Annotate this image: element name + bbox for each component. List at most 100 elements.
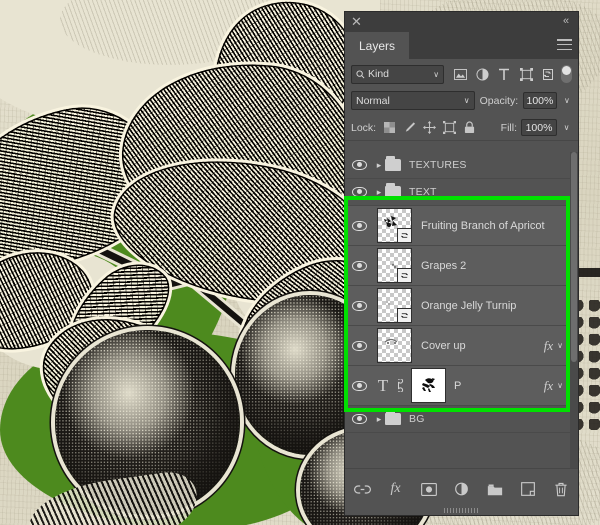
fill-group: Fill: 100% ∨	[501, 119, 572, 136]
layer-row-group-bg[interactable]: ▸ BG	[345, 406, 570, 433]
chevron-down-icon: ∨	[433, 69, 440, 79]
opacity-label: Opacity:	[479, 94, 519, 107]
add-layer-mask-icon[interactable]	[420, 481, 437, 498]
lock-position-icon[interactable]	[423, 121, 437, 134]
layer-row-text-p[interactable]: T P fx ∨	[345, 366, 570, 406]
add-layer-style-fx-icon[interactable]: fx	[387, 481, 404, 498]
filter-kind-dropdown[interactable]: Kind ∨	[351, 64, 445, 84]
fill-input[interactable]: 100%	[521, 119, 557, 136]
chevron-down-icon: ∨	[463, 96, 470, 105]
new-layer-icon[interactable]	[519, 481, 536, 498]
blend-mode-value: Normal	[356, 94, 390, 107]
filter-adjustment-layers-icon[interactable]	[475, 67, 489, 81]
panel-tab-row: Layers	[345, 32, 578, 59]
layer-effects-chevron-icon[interactable]: ∨	[557, 381, 563, 390]
layer-row-orange-jelly-turnip[interactable]: Orange Jelly Turnip	[345, 286, 570, 326]
folder-icon	[385, 183, 401, 198]
photoshop-window: m ✕ « Layers	[0, 0, 600, 525]
double-chevron-left-icon[interactable]: «	[559, 15, 573, 28]
tab-layers-label: Layers	[359, 38, 396, 53]
layers-panel-bottom-bar: fx	[345, 468, 578, 515]
panel-resize-grip[interactable]	[443, 508, 480, 513]
fill-label: Fill:	[500, 121, 517, 134]
eye-icon	[351, 340, 367, 351]
lock-row: Lock: Fill: 100% ∨	[345, 113, 578, 140]
eye-icon	[351, 380, 367, 391]
layer-thumbnail[interactable]	[377, 248, 412, 283]
eye-icon	[351, 160, 367, 170]
filter-smart-object-layers-icon[interactable]	[541, 67, 555, 81]
layer-thumbnail[interactable]	[377, 208, 412, 243]
filter-type-layers-icon[interactable]	[497, 67, 511, 81]
opacity-input[interactable]: 100%	[523, 92, 557, 109]
filter-enable-toggle[interactable]	[561, 65, 572, 83]
layer-thumbnail[interactable]	[377, 288, 412, 323]
eye-icon	[351, 414, 367, 424]
thumbnail-artwork	[378, 329, 411, 362]
layer-row-fruiting-branch-of-apricot[interactable]: Fruiting Branch of Apricot	[345, 206, 570, 246]
new-group-icon[interactable]	[486, 481, 503, 498]
hamburger-menu-icon[interactable]	[557, 39, 572, 52]
layer-name: Grapes 2	[421, 259, 467, 272]
lock-artboard-nesting-icon[interactable]	[443, 121, 457, 134]
lock-transparent-pixels-icon[interactable]	[383, 121, 396, 134]
layer-list-scrollbar[interactable]	[570, 152, 578, 475]
layer-effects-fx-icon[interactable]: fx	[544, 378, 553, 394]
chevron-right-icon[interactable]: ▸	[373, 187, 385, 198]
layer-list[interactable]: ▸ TEXTURES ▸ TEXT Fruiting Branch of Apr…	[345, 152, 570, 475]
chain-link-icon[interactable]	[393, 379, 411, 392]
folder-icon	[385, 156, 401, 171]
layer-visibility-toggle[interactable]	[345, 206, 373, 245]
layer-visibility-toggle[interactable]	[345, 152, 373, 178]
folder-icon	[385, 410, 401, 425]
fill-chevron-down-icon[interactable]: ∨	[561, 120, 572, 135]
layers-panel: ✕ « Layers Kind ∨ Normal ∨ Opacity: 100%…	[344, 12, 578, 515]
layer-row-group-text[interactable]: ▸ TEXT	[345, 179, 570, 206]
layer-name: TEXTURES	[409, 159, 467, 171]
layer-effects-chevron-icon[interactable]: ∨	[557, 341, 563, 350]
smart-object-badge-icon	[397, 268, 411, 282]
blend-mode-row: Normal ∨ Opacity: 100% ∨	[345, 86, 578, 113]
lock-all-icon[interactable]	[463, 121, 476, 134]
filter-kind-label: Kind	[368, 68, 390, 80]
new-adjustment-layer-icon[interactable]	[453, 481, 470, 498]
smart-object-badge-icon	[397, 228, 411, 242]
link-layers-icon[interactable]	[354, 481, 371, 498]
divider	[345, 140, 578, 141]
layer-row-group-textures[interactable]: ▸ TEXTURES	[345, 152, 570, 179]
tab-layers[interactable]: Layers	[345, 32, 410, 59]
layer-name: Fruiting Branch of Apricot	[421, 219, 545, 232]
layer-visibility-toggle[interactable]	[345, 326, 373, 365]
layer-visibility-toggle[interactable]	[345, 406, 373, 432]
filter-pixel-layers-icon[interactable]	[453, 67, 467, 81]
blend-mode-dropdown[interactable]: Normal ∨	[351, 91, 475, 110]
layer-row-cover-up[interactable]: Cover up fx ∨	[345, 326, 570, 366]
layer-name: P	[454, 379, 462, 392]
layer-visibility-toggle[interactable]	[345, 366, 373, 405]
panel-top-bar: ✕ «	[345, 12, 578, 32]
chevron-right-icon[interactable]: ▸	[373, 414, 385, 425]
eye-icon	[351, 187, 367, 197]
delete-layer-icon[interactable]	[552, 481, 569, 498]
eye-icon	[351, 220, 367, 231]
layer-filter-row: Kind ∨	[345, 59, 578, 86]
chevron-right-icon[interactable]: ▸	[373, 160, 385, 171]
layer-visibility-toggle[interactable]	[345, 286, 373, 325]
scrollbar-thumb[interactable]	[571, 152, 577, 362]
opacity-chevron-down-icon[interactable]: ∨	[562, 93, 572, 108]
layer-visibility-toggle[interactable]	[345, 179, 373, 205]
layer-thumbnail[interactable]	[377, 328, 412, 363]
type-layer-thumbnail[interactable]	[411, 368, 446, 403]
magnifier-icon	[356, 69, 365, 79]
layer-name: BG	[409, 413, 425, 425]
thumbnail-artwork	[422, 378, 435, 392]
lock-image-pixels-icon[interactable]	[403, 121, 416, 134]
layer-name: TEXT	[409, 186, 437, 198]
close-icon[interactable]: ✕	[350, 15, 363, 28]
layer-name: Orange Jelly Turnip	[421, 299, 517, 312]
filter-shape-layers-icon[interactable]	[519, 67, 533, 81]
eye-icon	[351, 300, 367, 311]
layer-effects-fx-icon[interactable]: fx	[544, 338, 553, 354]
layer-row-grapes-2[interactable]: Grapes 2	[345, 246, 570, 286]
layer-visibility-toggle[interactable]	[345, 246, 373, 285]
